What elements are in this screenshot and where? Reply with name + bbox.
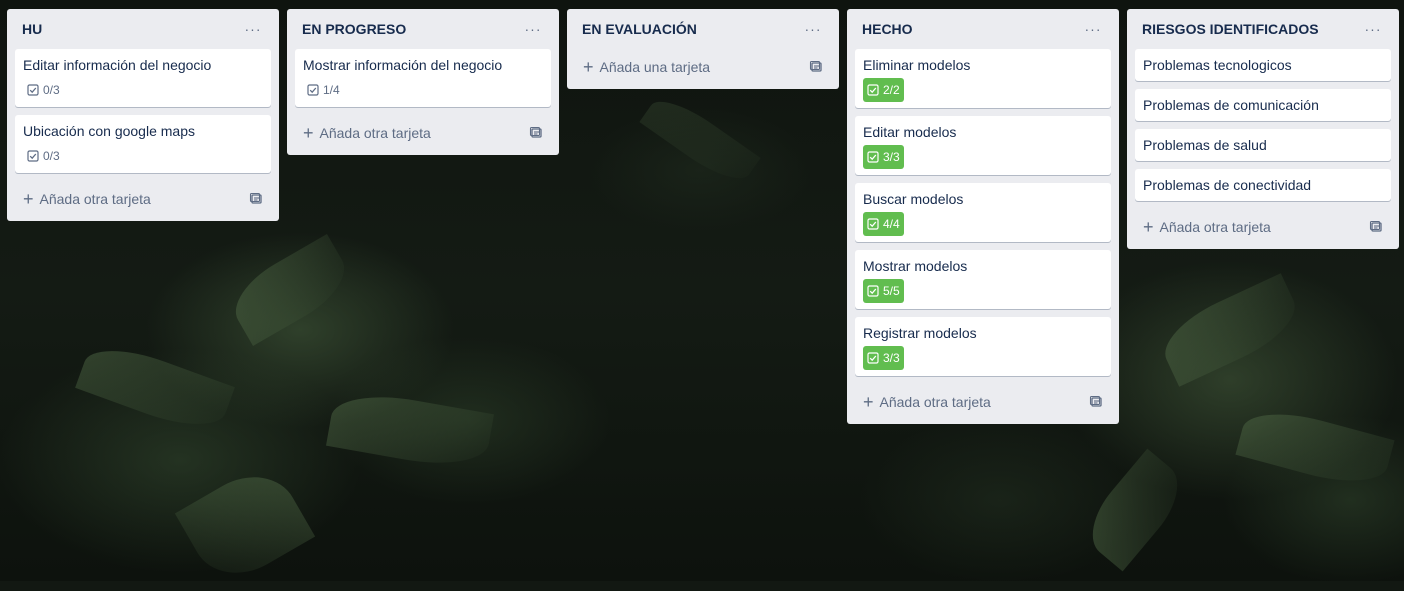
checklist-badge: 2/2 [863,78,904,102]
plus-icon: + [23,189,34,209]
add-card-button[interactable]: + Añada otra tarjeta [855,384,1111,420]
more-horizontal-icon[interactable]: ··· [519,15,547,43]
add-card-label: Añada otra tarjeta [39,191,151,207]
checklist-count: 3/3 [883,351,900,365]
checklist-count: 0/3 [43,149,60,163]
checklist-icon [867,218,879,230]
checklist-count: 0/3 [43,83,60,97]
checklist-badge: 5/5 [863,279,904,303]
card[interactable]: Ubicación con google maps 0/3 [15,115,271,173]
add-card-button[interactable]: + Añada otra tarjeta [295,115,551,151]
add-card-label: Añada una tarjeta [599,59,711,75]
card-title: Problemas tecnologicos [1143,57,1292,73]
card-template-icon[interactable] [1089,395,1103,409]
plus-icon: + [583,57,594,77]
checklist-badge: 0/3 [23,146,64,166]
card[interactable]: Mostrar modelos 5/5 [855,250,1111,309]
list-header: EN EVALUACIÓN ··· [575,9,831,49]
list-header: RIESGOS IDENTIFICADOS ··· [1135,9,1391,49]
add-card-label-group: + Añada otra tarjeta [863,393,991,411]
checklist-icon [867,352,879,364]
card-title: Mostrar información del negocio [303,57,503,73]
list-title[interactable]: EN EVALUACIÓN [582,21,697,37]
add-card-label: Añada otra tarjeta [1159,219,1271,235]
add-card-label-group: + Añada otra tarjeta [303,124,431,142]
add-card-label-group: + Añada otra tarjeta [23,190,151,208]
card[interactable]: Registrar modelos 3/3 [855,317,1111,376]
kanban-board: HU ··· Editar información del negocio 0/3 Ub… [0,0,1404,581]
card-title: Problemas de conectividad [1143,177,1312,193]
checklist-badge: 0/3 [23,80,64,100]
card-template-icon[interactable] [249,192,263,206]
card-title: Problemas de comunicación [1143,97,1319,113]
list-title[interactable]: RIESGOS IDENTIFICADOS [1142,21,1319,37]
card-title: Editar información del negocio [23,57,212,73]
card[interactable]: Editar información del negocio 0/3 [15,49,271,107]
checklist-icon [867,285,879,297]
plus-icon: + [863,392,874,412]
more-horizontal-icon[interactable]: ··· [239,15,267,43]
card[interactable]: Problemas de comunicación [1135,89,1391,121]
add-card-button[interactable]: + Añada otra tarjeta [15,181,271,217]
checklist-icon [307,84,319,96]
card-title: Problemas de salud [1143,137,1267,153]
checklist-badge: 1/4 [303,80,344,100]
card[interactable]: Mostrar información del negocio 1/4 [295,49,551,107]
card-template-icon[interactable] [1369,220,1383,234]
checklist-badge: 3/3 [863,145,904,169]
list-title[interactable]: HECHO [862,21,913,37]
checklist-badge: 4/4 [863,212,904,236]
add-card-label-group: + Añada una tarjeta [583,58,710,76]
card-title: Registrar modelos [863,325,977,341]
checklist-icon [867,151,879,163]
checklist-icon [867,84,879,96]
list-3: HECHO ··· Eliminar modelos 2/2 Editar modelo… [847,9,1119,424]
list-header: HECHO ··· [855,9,1111,49]
add-card-button[interactable]: + Añada una tarjeta [575,49,831,85]
add-card-label-group: + Añada otra tarjeta [1143,218,1271,236]
list-header: EN PROGRESO ··· [295,9,551,49]
add-card-label: Añada otra tarjeta [319,125,431,141]
card[interactable]: Problemas tecnologicos [1135,49,1391,81]
card-title: Buscar modelos [863,191,964,207]
card-title: Ubicación con google maps [23,123,195,139]
add-card-label: Añada otra tarjeta [879,394,991,410]
checklist-count: 5/5 [883,284,900,298]
checklist-icon [27,150,39,162]
card-title: Editar modelos [863,124,957,140]
list-title[interactable]: EN PROGRESO [302,21,406,37]
checklist-count: 2/2 [883,83,900,97]
list-2: EN EVALUACIÓN ··· + Añada una tarjeta [567,9,839,89]
checklist-count: 3/3 [883,150,900,164]
checklist-count: 1/4 [323,83,340,97]
card[interactable]: Problemas de salud [1135,129,1391,161]
card-template-icon[interactable] [809,60,823,74]
plus-icon: + [303,123,314,143]
card[interactable]: Editar modelos 3/3 [855,116,1111,175]
card-title: Eliminar modelos [863,57,971,73]
list-title[interactable]: HU [22,21,42,37]
card[interactable]: Problemas de conectividad [1135,169,1391,201]
checklist-icon [27,84,39,96]
card-template-icon[interactable] [529,126,543,140]
card[interactable]: Eliminar modelos 2/2 [855,49,1111,108]
checklist-badge: 3/3 [863,346,904,370]
plus-icon: + [1143,217,1154,237]
more-horizontal-icon[interactable]: ··· [799,15,827,43]
card-title: Mostrar modelos [863,258,968,274]
card[interactable]: Buscar modelos 4/4 [855,183,1111,242]
list-0: HU ··· Editar información del negocio 0/3 Ub… [7,9,279,221]
list-4: RIESGOS IDENTIFICADOS ··· Problemas tecnol… [1127,9,1399,249]
list-1: EN PROGRESO ··· Mostrar información del ne… [287,9,559,155]
checklist-count: 4/4 [883,217,900,231]
more-horizontal-icon[interactable]: ··· [1359,15,1387,43]
list-header: HU ··· [15,9,271,49]
add-card-button[interactable]: + Añada otra tarjeta [1135,209,1391,245]
more-horizontal-icon[interactable]: ··· [1079,15,1107,43]
